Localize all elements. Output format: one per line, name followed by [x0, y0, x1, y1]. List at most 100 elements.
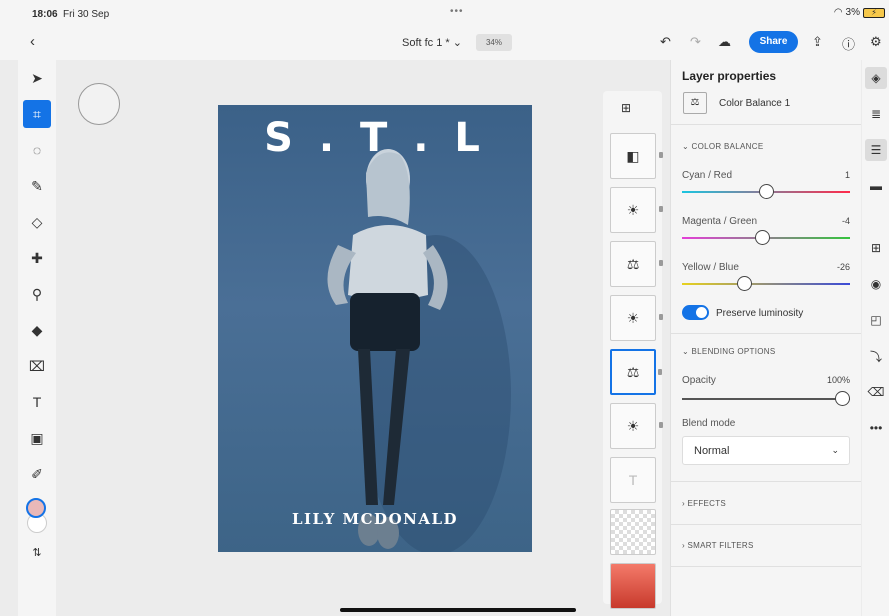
transform-tool-icon[interactable]: ⌗ [23, 100, 51, 128]
share-button[interactable]: Share [749, 31, 798, 53]
wifi-icon: ◠ [833, 7, 843, 18]
move-tool-icon[interactable]: ➤ [23, 64, 51, 92]
eraser-mask-icon[interactable]: ⌫ [865, 381, 887, 403]
more-options-icon[interactable]: ••• [865, 417, 887, 439]
mask-icon[interactable]: ◰ [865, 309, 887, 331]
opacity-label: Opacity [682, 375, 716, 386]
chevron-right-icon: › [682, 499, 685, 508]
artwork-name: LILY MCDONALD [291, 510, 459, 528]
blend-mode-select[interactable]: Normal ⌄ [682, 436, 850, 465]
status-time: 18:06 [32, 9, 58, 20]
smart-filters-section-header[interactable]: › SMART FILTERS [682, 541, 754, 550]
layers-panel: ⊞ ◧ ☀ ⚖ ☀ ⚖ ☀ T [603, 91, 663, 609]
preserve-luminosity-toggle[interactable] [682, 305, 709, 320]
text-layer-icon: T [628, 472, 638, 488]
panel-heading: Layer properties [682, 69, 777, 83]
yellow-blue-slider-handle[interactable] [736, 276, 752, 291]
home-indicator[interactable] [340, 608, 576, 612]
balance-icon: ⚖ [626, 255, 640, 272]
brightness-icon: ☀ [626, 309, 640, 326]
opacity-slider[interactable] [682, 391, 850, 406]
magenta-green-value: -4 [841, 216, 850, 226]
blend-mode-value: Normal [694, 445, 730, 457]
layer-properties-panel: Layer properties ⚖ Color Balance 1 ⌄ COL… [670, 60, 861, 616]
undo-icon[interactable]: ↶ [660, 34, 671, 50]
gradient-icon: ◧ [626, 147, 640, 164]
layer-text[interactable]: T [610, 457, 656, 503]
chevron-right-icon: › [682, 541, 685, 550]
add-layer-icon[interactable]: ⊞ [621, 101, 631, 115]
battery-percent: 3% [845, 7, 860, 18]
yellow-blue-slider[interactable] [682, 276, 850, 291]
magenta-green-slider[interactable] [682, 230, 850, 245]
add-layer-rail-icon[interactable]: ⊞ [865, 237, 887, 259]
clipping-mask-icon[interactable]: ⤵ [865, 345, 887, 367]
brightness-icon: ☀ [626, 201, 640, 218]
properties-sliders-icon[interactable]: ☰ [865, 139, 887, 161]
cyan-red-label: Cyan / Red [682, 170, 733, 181]
layer-gradient-adjustment[interactable]: ◧ [610, 133, 663, 179]
chevron-down-icon: ⌄ [682, 142, 690, 151]
zoom-level[interactable]: 34% [476, 34, 512, 51]
layer-photo[interactable] [610, 563, 656, 609]
layer-details-icon[interactable]: ≣ [865, 103, 887, 125]
eraser-tool-icon[interactable]: ◇ [23, 208, 51, 236]
healing-tool-icon[interactable]: ✚ [23, 244, 51, 272]
layer-color-balance-adjustment[interactable]: ⚖ [610, 241, 663, 287]
crop-tool-icon[interactable]: ⌧ [23, 352, 51, 380]
visibility-eye-icon[interactable]: ◉ [865, 273, 887, 295]
brush-size-indicator[interactable] [78, 83, 120, 125]
document-name[interactable]: Soft fc 1 * ⌄ [402, 36, 462, 49]
help-icon[interactable]: ⓘ [842, 34, 855, 53]
artwork-canvas[interactable]: S . T . L LILY MCDONALD [218, 105, 532, 552]
preserve-luminosity-label: Preserve luminosity [716, 308, 804, 319]
layers-icon[interactable]: ◈ [865, 67, 887, 89]
brightness-icon: ☀ [626, 417, 640, 434]
redo-icon[interactable]: ↷ [690, 34, 701, 50]
status-bar: 18:06 Fri 30 Sep ••• ◠ 3% ⚡ [0, 0, 889, 26]
yellow-blue-value: -26 [836, 262, 850, 272]
cyan-red-value: 1 [844, 170, 850, 180]
type-tool-icon[interactable]: T [23, 388, 51, 416]
magenta-green-label: Magenta / Green [682, 216, 758, 227]
left-toolbar: ➤ ⌗ ◌ ✎ ◇ ✚ ⚲ ◆ ⌧ T ▣ ✐ ⇅ [18, 60, 56, 616]
blending-options-section-header[interactable]: ⌄ BLENDING OPTIONS [682, 347, 775, 356]
layer-brightness-adjustment-2[interactable]: ☀ [610, 295, 663, 341]
opacity-value: 100% [826, 375, 850, 385]
top-bar: ‹ Soft fc 1 * ⌄ 34% ↶ ↷ ☁ Share ⇪ ⓘ ⚙ [0, 26, 889, 60]
cyan-red-slider[interactable] [682, 184, 850, 199]
comments-icon[interactable]: ▬ [865, 175, 887, 197]
model-photo [327, 149, 511, 552]
layer-name: Color Balance 1 [719, 98, 791, 109]
layer-color-balance-selected[interactable]: ⚖ [610, 349, 662, 395]
cloud-icon[interactable]: ☁ [718, 34, 731, 50]
export-icon[interactable]: ⇪ [812, 34, 823, 50]
layer-transparent[interactable] [610, 509, 656, 555]
swap-colors-icon[interactable]: ⇅ [23, 538, 51, 566]
lasso-tool-icon[interactable]: ◌ [23, 136, 51, 164]
layer-brightness-adjustment[interactable]: ☀ [610, 187, 663, 233]
yellow-blue-label: Yellow / Blue [682, 262, 739, 273]
place-image-tool-icon[interactable]: ▣ [23, 424, 51, 452]
blend-mode-label: Blend mode [682, 418, 736, 429]
foreground-color-swatch[interactable] [26, 498, 46, 518]
effects-section-header[interactable]: › EFFECTS [682, 499, 726, 508]
chevron-down-icon: ⌄ [682, 347, 690, 356]
status-date: Fri 30 Sep [63, 9, 110, 20]
layer-brightness-adjustment-3[interactable]: ☀ [610, 403, 663, 449]
cyan-red-slider-handle[interactable] [759, 184, 775, 199]
back-chevron-icon[interactable]: ‹ [30, 33, 35, 50]
settings-gear-icon[interactable]: ⚙ [870, 34, 882, 50]
balance-icon: ⚖ [626, 363, 640, 380]
paint-bucket-tool-icon[interactable]: ◆ [23, 316, 51, 344]
color-balance-layer-icon: ⚖ [683, 92, 707, 114]
eyedropper-tool-icon[interactable]: ✐ [23, 460, 51, 488]
multitask-dots-icon[interactable]: ••• [450, 6, 464, 17]
color-balance-section-header[interactable]: ⌄ COLOR BALANCE [682, 142, 763, 151]
magenta-green-slider-handle[interactable] [755, 230, 771, 245]
clone-stamp-tool-icon[interactable]: ⚲ [23, 280, 51, 308]
brush-tool-icon[interactable]: ✎ [23, 172, 51, 200]
opacity-slider-handle[interactable] [835, 391, 850, 406]
status-right: ◠ 3% ⚡ [834, 7, 885, 18]
battery-icon: ⚡ [863, 7, 885, 18]
